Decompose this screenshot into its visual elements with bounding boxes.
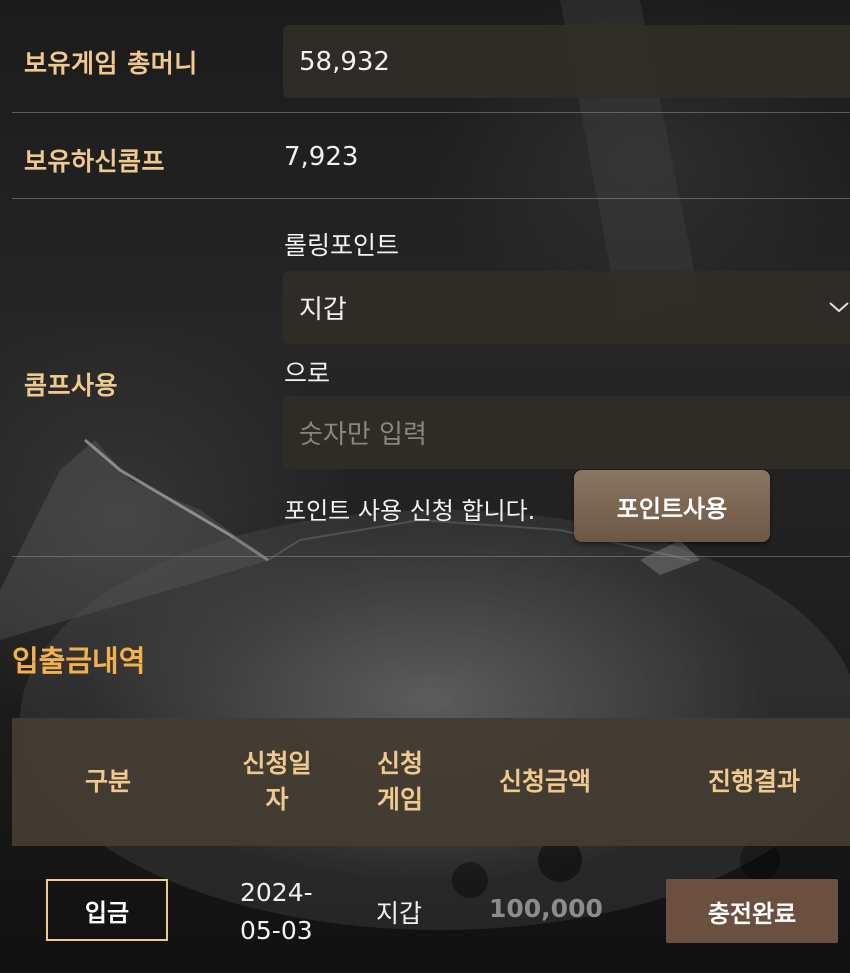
row-date: 2024- 05-03 — [240, 878, 313, 945]
total-money-label: 보유게임 총머니 — [24, 49, 198, 78]
use-point-button[interactable]: 포인트사용 — [574, 470, 770, 542]
row-game: 지갑 — [376, 899, 423, 928]
chevron-down-icon — [829, 302, 849, 313]
divider — [12, 198, 850, 199]
point-request-text: 포인트 사용 신청 합니다. — [284, 497, 536, 525]
history-title: 입출금내역 — [12, 644, 146, 678]
to-label: 으로 — [284, 359, 331, 388]
status-badge: 충전완료 — [666, 879, 838, 943]
wallet-select[interactable]: 지갑 — [283, 271, 850, 344]
column-header-type: 구분 — [84, 767, 131, 796]
comp-balance-value: 7,923 — [284, 142, 359, 172]
column-header-date: 신청일 자 — [242, 749, 312, 814]
divider — [12, 112, 850, 113]
point-amount-input[interactable]: 숫자만 입력 — [283, 396, 850, 469]
column-header-game: 신청 게임 — [376, 749, 423, 814]
comp-balance-label: 보유하신콤프 — [24, 147, 166, 176]
comp-use-label: 콤프사용 — [24, 371, 119, 400]
total-money-field: 58,932 — [283, 25, 850, 98]
divider — [12, 556, 850, 557]
wallet-select-value: 지갑 — [299, 295, 347, 325]
type-badge: 입금 — [46, 879, 168, 941]
column-header-amount: 신청금액 — [498, 767, 591, 796]
rolling-point-label: 롤링포인트 — [284, 231, 400, 260]
column-header-status: 진행결과 — [707, 767, 800, 796]
row-amount: 100,000 — [489, 894, 603, 923]
